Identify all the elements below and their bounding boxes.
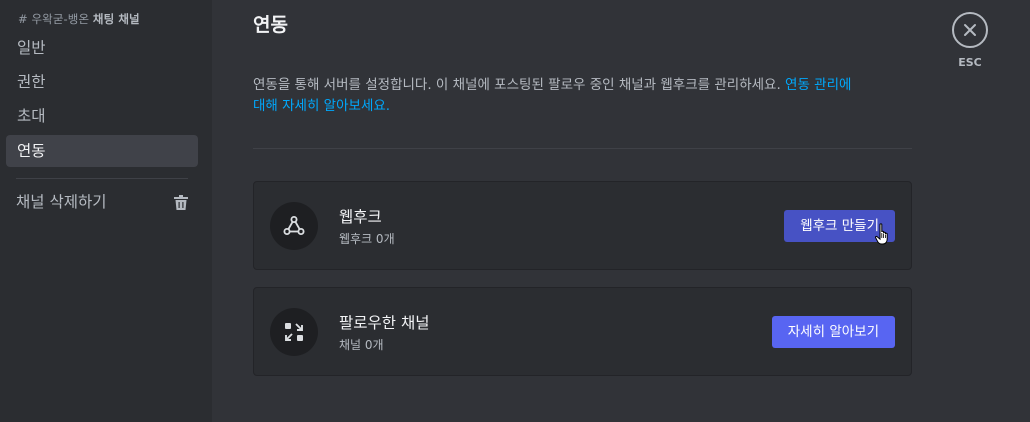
followed-channels-count: 채널 0개 — [339, 338, 384, 352]
webhooks-count: 웹후크 0개 — [339, 232, 395, 246]
sidebar-item-integrations[interactable]: 연동 — [6, 135, 198, 167]
delete-channel-label: 채널 삭제하기 — [16, 193, 107, 211]
followed-channels-card[interactable]: 팔로우한 채널 채널 0개 자세히 알아보기 — [253, 287, 912, 376]
integrations-description: 연동을 통해 서버를 설정합니다. 이 채널에 포스팅된 팔로우 중인 채널과 … — [253, 75, 913, 117]
hand-cursor-icon — [875, 223, 888, 245]
sidebar-item-invites[interactable]: 초대 — [6, 100, 198, 132]
sidebar-divider — [16, 178, 188, 179]
description-text: 연동을 통해 서버를 설정합니다. 이 채널에 포스팅된 팔로우 중인 채널과 … — [253, 77, 781, 93]
settings-sidebar: # 우왁굳-뱅온 채팅 채널 일반 권한 초대 연동 채널 삭제하기 — [0, 0, 212, 422]
delete-channel-button[interactable]: 채널 삭제하기 — [6, 186, 198, 218]
sidebar-item-permissions[interactable]: 권한 — [6, 66, 198, 98]
section-divider — [253, 148, 912, 149]
followed-channels-title: 팔로우한 채널 — [339, 314, 430, 332]
sidebar-header: # 우왁굳-뱅온 채팅 채널 — [18, 11, 140, 27]
page-title: 연동 — [253, 14, 288, 36]
sidebar-item-general[interactable]: 일반 — [6, 32, 198, 64]
close-button[interactable] — [952, 12, 988, 48]
sidebar-header-category: # 우왁굳-뱅온 — [18, 12, 93, 26]
channel-follow-icon — [285, 323, 303, 341]
main-content: 연동 연동을 통해 서버를 설정합니다. 이 채널에 포스팅된 팔로우 중인 채… — [212, 0, 1030, 422]
trash-icon — [174, 195, 188, 210]
webhook-icon-wrap — [270, 202, 318, 250]
esc-label: ESC — [958, 56, 982, 69]
close-icon — [964, 24, 976, 36]
sidebar-header-channel: 채팅 채널 — [92, 12, 140, 26]
learn-more-button[interactable]: 자세히 알아보기 — [771, 316, 895, 348]
webhook-icon — [283, 216, 305, 235]
channel-follow-icon-wrap — [270, 308, 318, 356]
learn-more-link-line2: 대해 자세히 알아보세요. — [253, 98, 391, 114]
close-settings[interactable]: ESC — [952, 12, 988, 69]
webhooks-title: 웹후크 — [339, 208, 382, 226]
learn-more-link-line1: 연동 관리에 — [785, 77, 852, 93]
webhooks-card[interactable]: 웹후크 웹후크 0개 웹후크 만들기 — [253, 181, 912, 270]
